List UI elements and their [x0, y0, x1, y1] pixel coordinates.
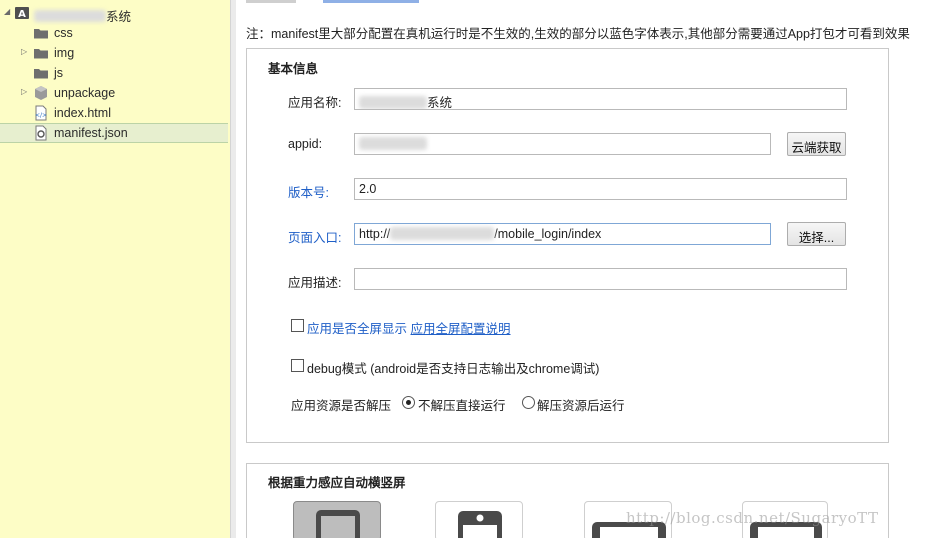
tree-item-js[interactable]: js [0, 63, 228, 83]
chevron-right-icon[interactable]: ▷ [21, 87, 29, 97]
fullscreen-checkbox[interactable] [291, 319, 304, 332]
appid-label: appid: [288, 137, 323, 151]
tree-item-label: img [54, 46, 75, 60]
tree-item-index-html[interactable]: </> index.html [0, 103, 228, 123]
app-description-field[interactable] [354, 268, 847, 290]
app-project-icon: A [14, 5, 30, 21]
tree-item-manifest-json[interactable]: manifest.json [0, 123, 228, 143]
app-window: ◢ A 系统 css ▷ img js ▷ unpackage </> inde… [0, 0, 940, 538]
tree-item-unpackage[interactable]: ▷ unpackage [0, 83, 228, 103]
fullscreen-help-link[interactable]: 应用全屏配置说明 [411, 322, 511, 336]
entry-page-label: 页面入口: [288, 231, 342, 245]
app-description-label: 应用描述: [288, 276, 342, 290]
choose-button[interactable]: 选择... [787, 222, 846, 246]
tree-item-label: css [54, 26, 73, 40]
appid-field[interactable] [354, 133, 771, 155]
unzip-radio-unzip[interactable] [522, 396, 535, 409]
version-field[interactable]: 2.0 [354, 178, 847, 200]
chevron-down-icon[interactable]: ◢ [4, 7, 12, 17]
fullscreen-label: 应用是否全屏显示 [307, 322, 408, 336]
app-name-field[interactable]: 系统 [354, 88, 847, 110]
watermark: http://blog.csdn.net/SugaryoTT [626, 509, 879, 527]
orientation-option-portrait-reverse[interactable] [435, 501, 523, 538]
panel-title: 根据重力感应自动横竖屏 [268, 476, 406, 490]
folder-icon [33, 45, 49, 61]
tree-item-label: unpackage [54, 86, 116, 100]
unzip-label: 应用资源是否解压 [291, 399, 392, 413]
package-icon [33, 85, 49, 101]
svg-text:A: A [18, 9, 26, 20]
redacted-text [34, 10, 106, 22]
unzip-radio-no-unzip[interactable] [402, 396, 415, 409]
fullscreen-option: 应用是否全屏显示 应用全屏配置说明 [307, 318, 511, 337]
tree-item-label: manifest.json [54, 126, 128, 140]
redacted-text [359, 96, 427, 109]
json-file-icon [33, 125, 49, 141]
cloud-fetch-button[interactable]: 云端获取 [787, 132, 846, 156]
orientation-option-portrait[interactable] [293, 501, 381, 538]
debug-checkbox[interactable] [291, 359, 304, 372]
unzip-option-label: 解压资源后运行 [537, 399, 625, 413]
chevron-right-icon[interactable]: ▷ [21, 47, 29, 57]
svg-text:</>: </> [35, 112, 47, 119]
tree-item-img[interactable]: ▷ img [0, 43, 228, 63]
folder-icon [33, 25, 49, 41]
debug-label: debug模式 (android是否支持日志输出及chrome调试) [307, 362, 600, 376]
project-explorer: ◢ A 系统 css ▷ img js ▷ unpackage </> inde… [0, 0, 230, 538]
redacted-text [359, 137, 427, 150]
phone-portrait-icon [458, 511, 502, 538]
redacted-text [390, 227, 495, 240]
tree-project-root[interactable]: ◢ A 系统 [0, 3, 228, 24]
folder-icon [33, 65, 49, 81]
version-label: 版本号: [288, 186, 329, 200]
app-name-label: 应用名称: [288, 96, 342, 110]
top-tab-strip [237, 0, 940, 6]
tree-item-css[interactable]: css [0, 23, 228, 43]
panel-title: 基本信息 [268, 62, 319, 76]
tree-item-label: js [54, 66, 64, 80]
phone-portrait-icon [316, 510, 360, 538]
manifest-note: 注：manifest里大部分配置在真机运行时是不生效的,生效的部分以蓝色字体表示… [246, 27, 910, 41]
tree-item-label: index.html [54, 106, 111, 120]
entry-page-field[interactable]: http:///mobile_login/index [354, 223, 771, 245]
html-file-icon: </> [33, 105, 49, 121]
unzip-option-label: 不解压直接运行 [418, 399, 506, 413]
splitter[interactable] [230, 0, 236, 538]
